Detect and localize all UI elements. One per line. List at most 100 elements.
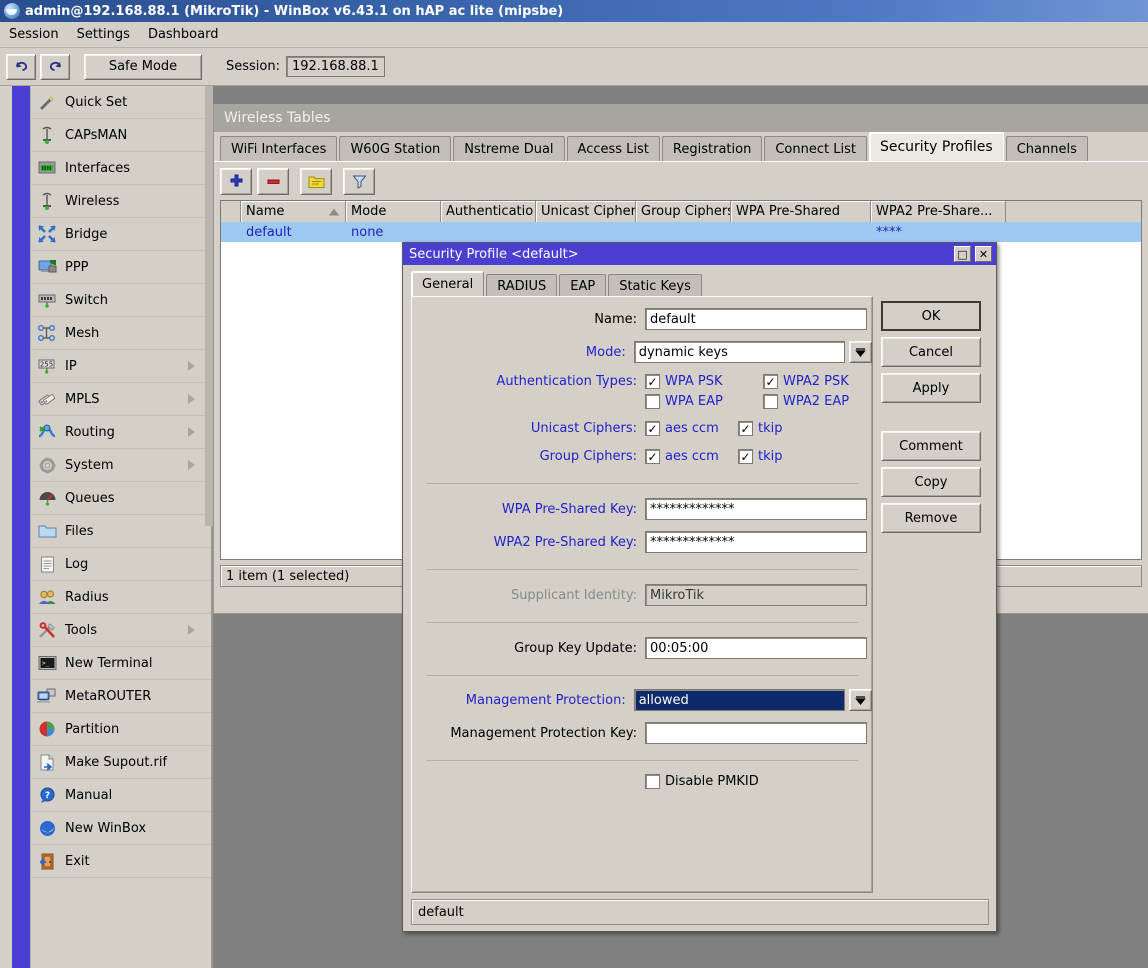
sidebar-item-log[interactable]: Log — [31, 548, 211, 581]
checkbox-wpa2-eap[interactable]: WPA2 EAP — [763, 394, 849, 409]
tab-w60g-station[interactable]: W60G Station — [339, 136, 452, 161]
checkbox-box[interactable] — [645, 394, 660, 409]
tab-nstreme-dual[interactable]: Nstreme Dual — [453, 136, 565, 161]
filter-button[interactable] — [343, 167, 375, 195]
management-protection-dropdown-button[interactable] — [849, 689, 872, 711]
sidebar-item-quick-set[interactable]: Quick Set — [31, 86, 211, 119]
checkbox-unicast-tkip[interactable]: ✓ tkip — [738, 421, 783, 436]
checkbox-wpa-eap[interactable]: WPA EAP — [645, 394, 763, 409]
dialog-tab-general[interactable]: General — [411, 271, 485, 297]
copy-button[interactable]: Copy — [881, 467, 981, 497]
dialog-titlebar[interactable]: Security Profile <default> □ ✕ — [403, 243, 996, 265]
checkbox-box[interactable] — [763, 394, 778, 409]
checkbox-box[interactable]: ✓ — [738, 449, 753, 464]
checkbox-box[interactable]: ✓ — [645, 421, 660, 436]
field-row-mode: Mode: dynamic keys — [412, 341, 872, 363]
checkbox-group-tkip[interactable]: ✓ tkip — [738, 449, 783, 464]
menu-dashboard[interactable]: Dashboard — [139, 24, 228, 45]
menu-session[interactable]: Session — [0, 24, 68, 45]
checkbox-unicast-aes-ccm[interactable]: ✓ aes ccm — [645, 421, 738, 436]
table-row[interactable]: default none **** — [221, 222, 1141, 242]
sidebar-item-queues[interactable]: Queues — [31, 482, 211, 515]
redo-button[interactable] — [40, 53, 70, 80]
column-header-authentication[interactable]: Authenticatio — [441, 201, 536, 222]
sidebar-item-files[interactable]: Files — [31, 515, 211, 548]
add-button[interactable] — [220, 167, 252, 195]
sidebar-item-ip[interactable]: 255 IP — [31, 350, 211, 383]
name-input[interactable]: default — [645, 308, 867, 330]
undo-button[interactable] — [6, 53, 36, 80]
sidebar-item-wireless[interactable]: Wireless — [31, 185, 211, 218]
checkbox-disable-pmkid[interactable]: Disable PMKID — [645, 774, 759, 789]
mode-select[interactable]: dynamic keys — [633, 341, 846, 363]
dialog-tab-eap[interactable]: EAP — [559, 274, 607, 297]
sidebar-item-manual[interactable]: ? Manual — [31, 779, 211, 812]
wireless-tables-tabs: WiFi Interfaces W60G Station Nstreme Dua… — [214, 132, 1148, 162]
routing-icon — [36, 422, 58, 442]
wpa-pre-shared-key-input[interactable]: ************* — [645, 498, 867, 520]
wpa2-pre-shared-key-input[interactable]: ************* — [645, 531, 867, 553]
sidebar-item-interfaces[interactable]: Interfaces — [31, 152, 211, 185]
dialog-tab-radius[interactable]: RADIUS — [486, 274, 558, 297]
remove-button[interactable] — [257, 167, 289, 195]
checkbox-box[interactable]: ✓ — [738, 421, 753, 436]
sidebar-item-mpls[interactable]: MPLS — [31, 383, 211, 416]
sidebar-item-bridge[interactable]: Bridge — [31, 218, 211, 251]
remove-button[interactable]: Remove — [881, 503, 981, 533]
menu-settings[interactable]: Settings — [68, 24, 139, 45]
svg-text:>_: >_ — [42, 660, 50, 667]
sidebar-item-make-supout[interactable]: Make Supout.rif — [31, 746, 211, 779]
sidebar-item-switch[interactable]: Switch — [31, 284, 211, 317]
cancel-button[interactable]: Cancel — [881, 337, 981, 367]
checkbox-wpa2-psk[interactable]: ✓ WPA2 PSK — [763, 374, 849, 389]
sidebar-scrollbar[interactable] — [205, 86, 213, 526]
sidebar-item-tools[interactable]: Tools — [31, 614, 211, 647]
winbox-logo-icon — [4, 3, 20, 19]
sidebar-item-exit[interactable]: Exit — [31, 845, 211, 878]
management-protection-select[interactable]: allowed — [633, 689, 846, 711]
session-value[interactable]: 192.168.88.1 — [285, 56, 385, 77]
management-protection-key-input[interactable] — [645, 722, 867, 744]
tab-access-list[interactable]: Access List — [566, 136, 660, 161]
tab-security-profiles[interactable]: Security Profiles — [868, 132, 1004, 161]
column-header-mode[interactable]: Mode — [346, 201, 441, 222]
safe-mode-button[interactable]: Safe Mode — [84, 53, 202, 80]
sidebar-item-mesh[interactable]: Mesh — [31, 317, 211, 350]
column-header-group-ciphers[interactable]: Group Ciphers — [636, 201, 731, 222]
sidebar-item-radius[interactable]: Radius — [31, 581, 211, 614]
sidebar-item-label: Partition — [65, 721, 120, 737]
chevron-right-icon — [188, 625, 195, 635]
sidebar-item-system[interactable]: System — [31, 449, 211, 482]
close-button[interactable]: ✕ — [975, 246, 992, 262]
dialog-tab-static-keys[interactable]: Static Keys — [608, 274, 702, 297]
field-row-wpa-psk: WPA Pre-Shared Key: ************* — [412, 498, 872, 520]
checkbox-box[interactable]: ✓ — [645, 374, 660, 389]
comment-button[interactable]: Comment — [881, 431, 981, 461]
checkbox-box[interactable]: ✓ — [645, 449, 660, 464]
column-header-wpa2-pre-shared[interactable]: WPA2 Pre-Share... — [871, 201, 1006, 222]
checkbox-box[interactable]: ✓ — [763, 374, 778, 389]
sidebar-item-routing[interactable]: Routing — [31, 416, 211, 449]
sidebar-item-new-terminal[interactable]: >_ New Terminal — [31, 647, 211, 680]
checkbox-wpa-psk[interactable]: ✓ WPA PSK — [645, 374, 763, 389]
ok-button[interactable]: OK — [881, 301, 981, 331]
sidebar-item-metarouter[interactable]: MetaROUTER — [31, 680, 211, 713]
column-header-name[interactable]: Name — [241, 201, 346, 222]
comment-button[interactable] — [300, 167, 332, 195]
column-header-unicast-ciphers[interactable]: Unicast Ciphers — [536, 201, 636, 222]
apply-button[interactable]: Apply — [881, 373, 981, 403]
sidebar-item-ppp[interactable]: PPP — [31, 251, 211, 284]
checkbox-group-aes-ccm[interactable]: ✓ aes ccm — [645, 449, 738, 464]
tab-registration[interactable]: Registration — [661, 136, 763, 161]
group-key-update-input[interactable]: 00:05:00 — [645, 637, 867, 659]
checkbox-box[interactable] — [645, 774, 660, 789]
column-header-wpa-pre-shared[interactable]: WPA Pre-Shared — [731, 201, 871, 222]
mode-dropdown-button[interactable] — [849, 341, 872, 363]
sidebar-item-capsman[interactable]: CAPsMAN — [31, 119, 211, 152]
tab-channels[interactable]: Channels — [1005, 136, 1088, 161]
tab-wifi-interfaces[interactable]: WiFi Interfaces — [220, 136, 338, 161]
maximize-button[interactable]: □ — [954, 246, 971, 262]
sidebar-item-new-winbox[interactable]: New WinBox — [31, 812, 211, 845]
tab-connect-list[interactable]: Connect List — [764, 136, 867, 161]
sidebar-item-partition[interactable]: Partition — [31, 713, 211, 746]
